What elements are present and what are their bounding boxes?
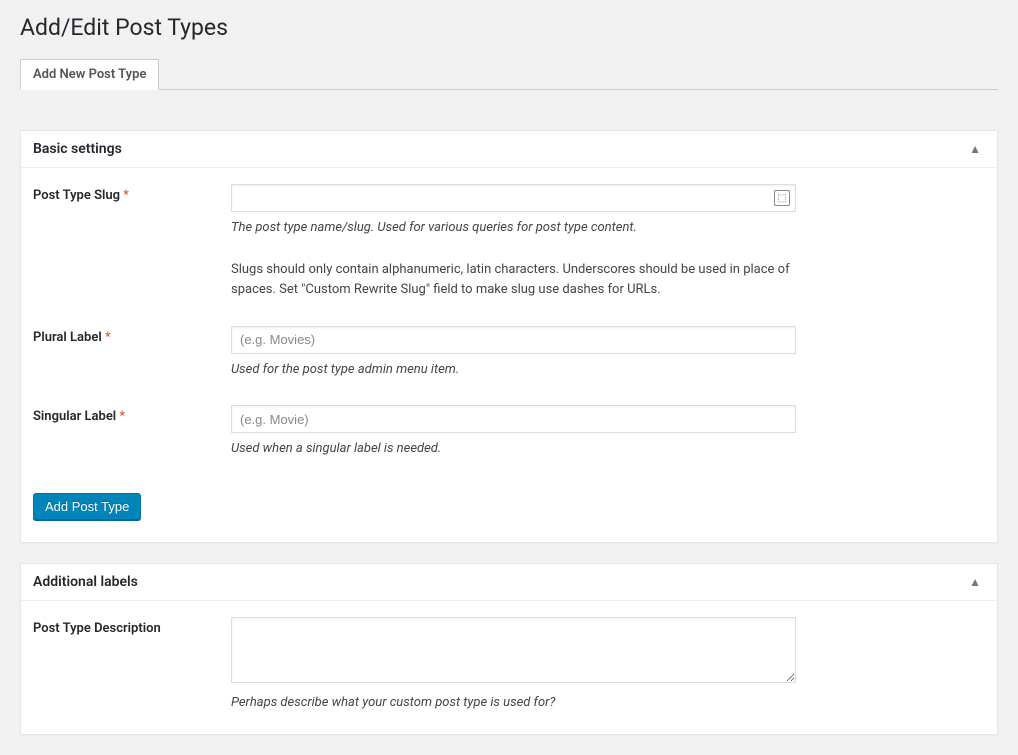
tab-bar: Add New Post Type <box>20 59 998 90</box>
required-marker: * <box>119 409 125 424</box>
panel-additional-labels: Additional labels ▲ Post Type Descriptio… <box>20 563 998 736</box>
panel-basic-body: Post Type Slug * ⬚ The post type name/sl… <box>21 168 997 542</box>
hint-post-type-description: Perhaps describe what your custom post t… <box>231 693 811 713</box>
panel-additional-title: Additional labels <box>33 574 138 590</box>
page-title: Add/Edit Post Types <box>20 14 998 41</box>
required-marker: * <box>105 330 111 345</box>
hint-singular-label: Used when a singular label is needed. <box>231 439 811 459</box>
panel-basic-settings: Basic settings ▲ Post Type Slug * ⬚ The … <box>20 130 998 543</box>
input-singular-label[interactable] <box>231 405 796 433</box>
collapse-toggle-icon[interactable]: ▲ <box>965 142 985 156</box>
label-post-type-description: Post Type Description <box>33 617 231 636</box>
row-plural-label: Plural Label * Used for the post type ad… <box>33 326 985 380</box>
label-singular-label: Singular Label * <box>33 405 231 424</box>
input-plural-label[interactable] <box>231 326 796 354</box>
label-plural-label: Plural Label * <box>33 326 231 345</box>
panel-additional-header: Additional labels ▲ <box>21 564 997 601</box>
row-post-type-slug: Post Type Slug * ⬚ The post type name/sl… <box>33 184 985 300</box>
row-singular-label: Singular Label * Used when a singular la… <box>33 405 985 459</box>
textarea-post-type-description[interactable] <box>231 617 796 683</box>
panel-basic-title: Basic settings <box>33 141 122 157</box>
required-marker: * <box>123 188 129 203</box>
note-post-type-slug: Slugs should only contain alphanumeric, … <box>231 260 811 300</box>
hint-plural-label: Used for the post type admin menu item. <box>231 360 811 380</box>
tab-add-new-post-type[interactable]: Add New Post Type <box>20 59 159 90</box>
row-post-type-description: Post Type Description Perhaps describe w… <box>33 617 985 713</box>
collapse-toggle-icon[interactable]: ▲ <box>965 575 985 589</box>
panel-basic-header: Basic settings ▲ <box>21 131 997 168</box>
label-post-type-slug: Post Type Slug * <box>33 184 231 203</box>
add-post-type-button[interactable]: Add Post Type <box>33 493 141 520</box>
hint-post-type-slug: The post type name/slug. Used for variou… <box>231 218 811 238</box>
panel-additional-body: Post Type Description Perhaps describe w… <box>21 601 997 735</box>
input-post-type-slug[interactable] <box>231 184 796 212</box>
